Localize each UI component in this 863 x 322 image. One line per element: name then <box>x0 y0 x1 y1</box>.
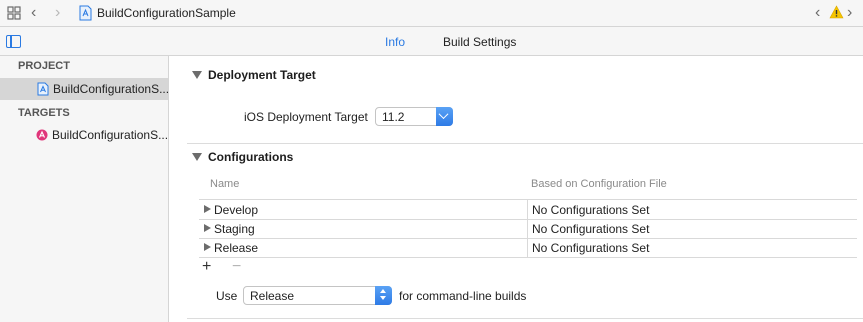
remove-configuration-button[interactable]: − <box>232 259 241 275</box>
jump-bar: ‹ › BuildConfigurationSample ‹ › <box>0 0 863 27</box>
sidebar-item-project[interactable]: BuildConfigurationS... <box>0 78 170 100</box>
breadcrumb-project[interactable]: BuildConfigurationSample <box>97 6 236 20</box>
chevron-down-icon <box>438 109 449 120</box>
divider <box>187 318 863 319</box>
deployment-target-popup[interactable]: 11.2 <box>375 107 453 126</box>
deployment-target-value: 11.2 <box>382 110 405 124</box>
config-name: Release <box>214 241 259 255</box>
disclosure-triangle-icon[interactable] <box>192 153 202 161</box>
tab-build-settings[interactable]: Build Settings <box>443 35 516 49</box>
disclosure-triangle-icon[interactable] <box>204 224 211 232</box>
popup-arrow <box>436 107 453 126</box>
popup-arrow <box>375 286 392 305</box>
chevron-left-icon[interactable]: ‹ <box>815 4 820 22</box>
sidebar-header-project: PROJECT <box>18 60 70 72</box>
tab-bar: Info Build Settings <box>0 27 863 56</box>
sidebar-header-targets: TARGETS <box>18 107 70 119</box>
divider <box>187 143 863 144</box>
disclosure-triangle-icon[interactable] <box>204 205 211 213</box>
command-line-config-popup[interactable]: Release <box>243 286 392 305</box>
main-editor: Deployment Target iOS Deployment Target … <box>170 56 863 322</box>
row-divider <box>199 257 857 258</box>
disclosure-triangle-icon[interactable] <box>204 243 211 251</box>
table-row[interactable]: Staging No Configurations Set <box>199 219 857 238</box>
tab-info[interactable]: Info <box>385 35 405 49</box>
sidebar: PROJECT BuildConfigurationS... TARGETS B… <box>0 56 169 322</box>
table-row[interactable]: Release No Configurations Set <box>199 238 857 257</box>
sidebar-item-target[interactable]: BuildConfigurationS... <box>0 124 168 146</box>
command-line-builds-label: for command-line builds <box>399 289 527 303</box>
chevron-right-icon[interactable]: › <box>847 4 852 22</box>
chevron-left-icon[interactable]: ‹ <box>31 4 36 22</box>
warning-icon[interactable] <box>829 5 844 19</box>
config-file[interactable]: No Configurations Set <box>532 222 649 236</box>
chevron-right-icon[interactable]: › <box>55 4 60 22</box>
project-file-icon <box>37 82 49 96</box>
app-target-icon <box>36 129 48 141</box>
deployment-target-label: iOS Deployment Target <box>244 110 368 124</box>
sidebar-item-label: BuildConfigurationS... <box>53 82 170 96</box>
config-file[interactable]: No Configurations Set <box>532 203 649 217</box>
project-file-icon <box>79 5 92 21</box>
column-divider <box>527 200 528 257</box>
table-row[interactable]: Develop No Configurations Set <box>199 200 857 219</box>
sidebar-item-label: BuildConfigurationS... <box>52 128 169 142</box>
column-header-config-file[interactable]: Based on Configuration File <box>531 178 667 190</box>
use-label: Use <box>216 289 238 303</box>
column-header-name[interactable]: Name <box>210 178 239 190</box>
section-title-configurations: Configurations <box>208 150 294 164</box>
command-line-config-value: Release <box>250 289 295 303</box>
config-name: Staging <box>214 222 255 236</box>
disclosure-triangle-icon[interactable] <box>192 71 202 79</box>
add-configuration-button[interactable]: + <box>202 259 211 275</box>
config-file[interactable]: No Configurations Set <box>532 241 649 255</box>
grid-icon[interactable] <box>7 6 21 20</box>
sidebar-toggle-icon[interactable] <box>6 35 21 48</box>
config-name: Develop <box>214 203 259 217</box>
section-title-deployment: Deployment Target <box>208 68 316 82</box>
